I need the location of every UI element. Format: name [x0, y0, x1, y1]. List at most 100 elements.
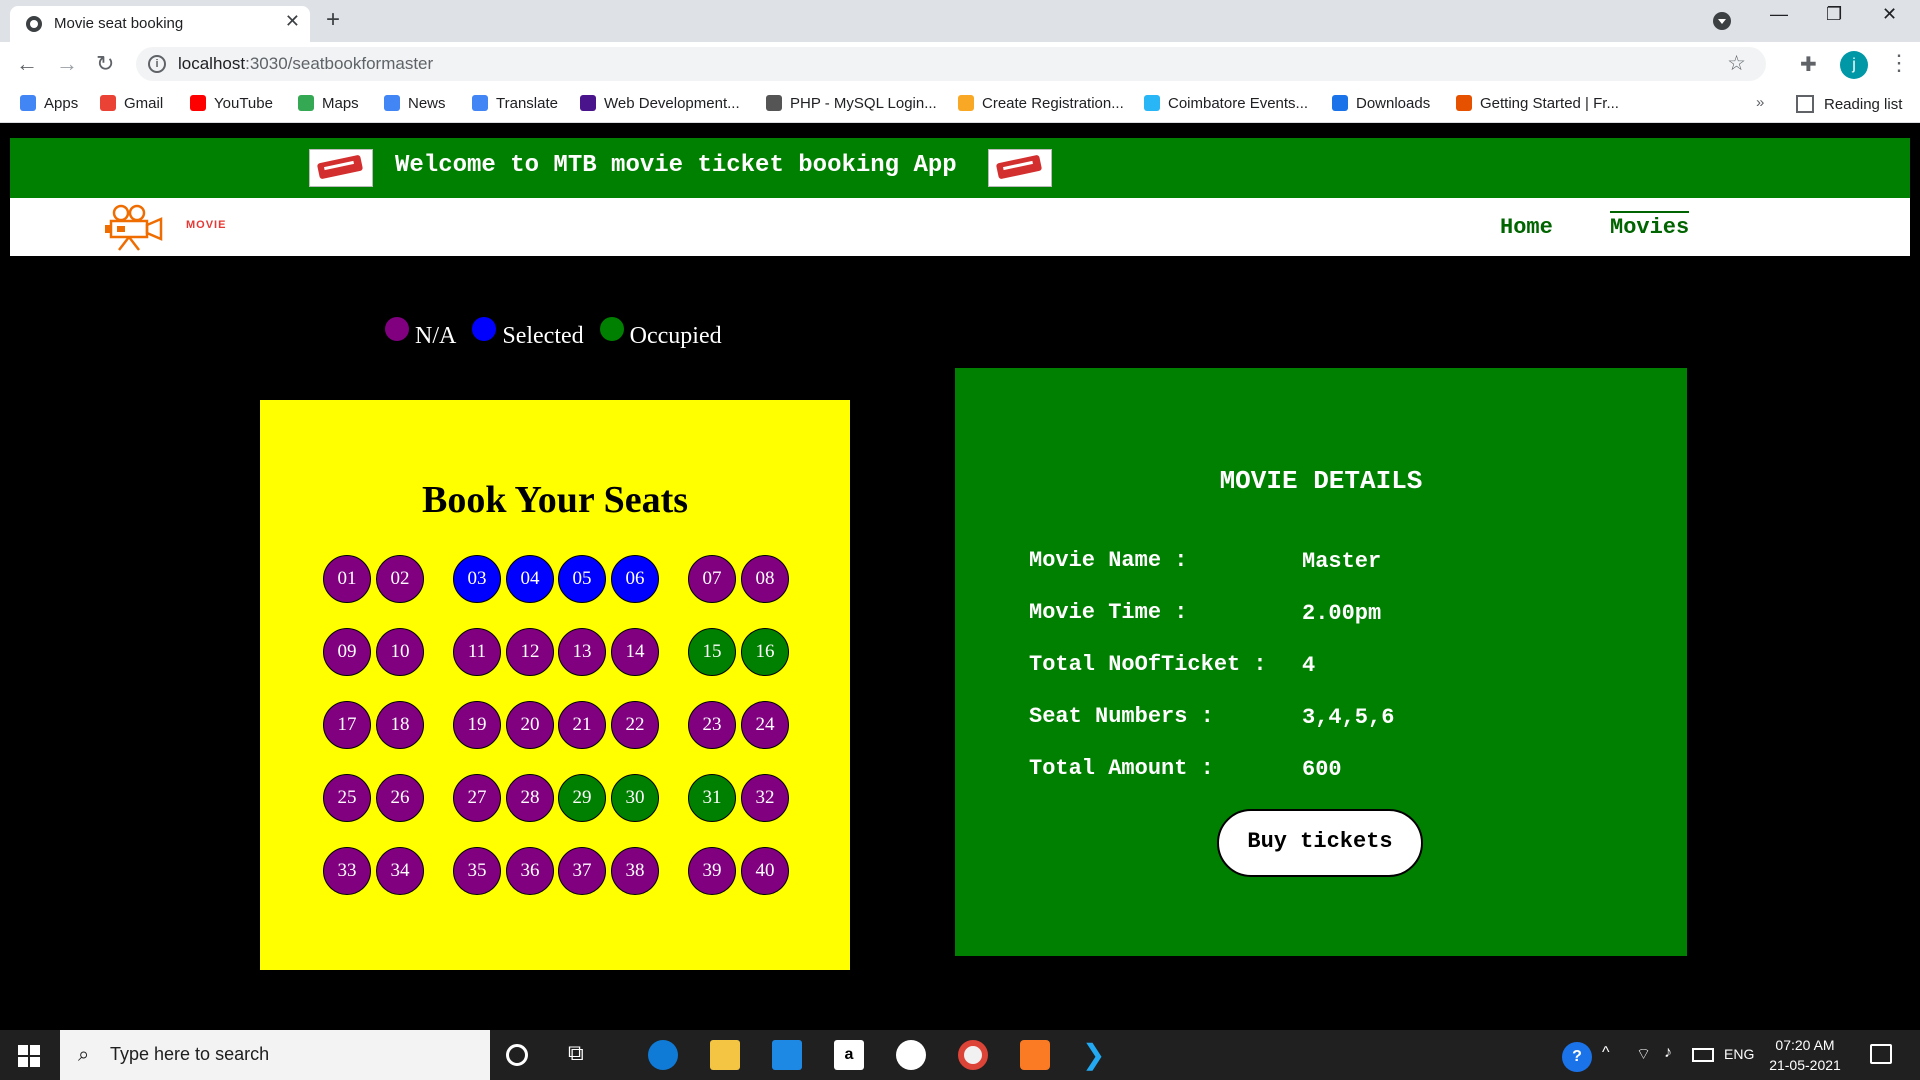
bookmark-gmail[interactable]: Gmail	[100, 95, 163, 112]
bookmark-downloads[interactable]: Downloads	[1332, 95, 1430, 112]
chrome-icon[interactable]	[958, 1040, 988, 1070]
notification-icon[interactable]	[1870, 1044, 1892, 1064]
seat-24[interactable]: 24	[741, 701, 789, 749]
seat-34[interactable]: 34	[376, 847, 424, 895]
seat-32[interactable]: 32	[741, 774, 789, 822]
seat-07[interactable]: 07	[688, 555, 736, 603]
bookmark-web-development[interactable]: Web Development...	[580, 95, 740, 112]
seat-09[interactable]: 09	[323, 628, 371, 676]
seat-28[interactable]: 28	[506, 774, 554, 822]
seat-11[interactable]: 11	[453, 628, 501, 676]
welcome-banner: Welcome to MTB movie ticket booking App	[10, 138, 1910, 198]
taskbar-search-box[interactable]: ⌕ Type here to search	[60, 1030, 490, 1080]
seat-06[interactable]: 06	[611, 555, 659, 603]
seat-38[interactable]: 38	[611, 847, 659, 895]
bookmark-translate[interactable]: Translate	[472, 95, 558, 112]
legend-item-na: N/A	[385, 317, 456, 350]
seat-22[interactable]: 22	[611, 701, 659, 749]
seat-13[interactable]: 13	[558, 628, 606, 676]
close-window-icon[interactable]: ✕	[1882, 4, 1897, 25]
extensions-icon[interactable]: ✚	[1800, 52, 1817, 77]
close-tab-icon[interactable]: ✕	[285, 11, 300, 32]
seat-08[interactable]: 08	[741, 555, 789, 603]
browser-menu-icon[interactable]: ⋮	[1888, 50, 1910, 76]
app-circle-icon[interactable]	[896, 1040, 926, 1070]
seat-01[interactable]: 01	[323, 555, 371, 603]
seat-04[interactable]: 04	[506, 555, 554, 603]
seat-36[interactable]: 36	[506, 847, 554, 895]
seat-26[interactable]: 26	[376, 774, 424, 822]
chevron-up-icon[interactable]: ^	[1602, 1044, 1632, 1074]
back-icon[interactable]: ←	[16, 51, 38, 77]
new-tab-icon[interactable]: +	[326, 6, 340, 34]
seat-29[interactable]: 29	[558, 774, 606, 822]
seat-40[interactable]: 40	[741, 847, 789, 895]
seat-14[interactable]: 14	[611, 628, 659, 676]
seat-17[interactable]: 17	[323, 701, 371, 749]
battery-icon[interactable]	[1692, 1048, 1714, 1062]
seat-33[interactable]: 33	[323, 847, 371, 895]
seat-20[interactable]: 20	[506, 701, 554, 749]
minimize-icon[interactable]: —	[1770, 4, 1788, 25]
seat-39[interactable]: 39	[688, 847, 736, 895]
language-indicator[interactable]: ENG	[1724, 1046, 1754, 1062]
task-view-icon[interactable]: ⧉	[568, 1040, 598, 1070]
seat-21[interactable]: 21	[558, 701, 606, 749]
browser-tab[interactable]: Movie seat booking ✕	[10, 6, 310, 42]
seat-19[interactable]: 19	[453, 701, 501, 749]
seat-35[interactable]: 35	[453, 847, 501, 895]
nav-movies-link[interactable]: Movies	[1610, 211, 1690, 240]
file-explorer-icon[interactable]	[710, 1040, 740, 1070]
reload-icon[interactable]: ↻	[96, 51, 114, 77]
seat-23[interactable]: 23	[688, 701, 736, 749]
seat-18[interactable]: 18	[376, 701, 424, 749]
bookmark-apps[interactable]: Apps	[20, 95, 78, 112]
seat-25[interactable]: 25	[323, 774, 371, 822]
bookmark-coimbatore-events[interactable]: Coimbatore Events...	[1144, 95, 1308, 112]
bookmark-getting-started[interactable]: Getting Started | Fr...	[1456, 95, 1619, 112]
vscode-icon[interactable]: ❯	[1082, 1040, 1112, 1070]
restore-icon[interactable]: ❐	[1826, 4, 1842, 25]
bookmark-php-mysql[interactable]: PHP - MySQL Login...	[766, 95, 937, 112]
cortana-icon[interactable]	[506, 1044, 528, 1066]
tab-search-icon[interactable]	[1713, 12, 1731, 30]
seat-27[interactable]: 27	[453, 774, 501, 822]
amazon-icon[interactable]: a	[834, 1040, 864, 1070]
buy-tickets-button[interactable]: Buy tickets	[1217, 809, 1423, 877]
seat-30[interactable]: 30	[611, 774, 659, 822]
seat-05[interactable]: 05	[558, 555, 606, 603]
total-amount-label: Total Amount :	[1029, 756, 1214, 781]
taskbar-clock[interactable]: 07:20 AM 21-05-2021	[1765, 1035, 1845, 1075]
network-icon[interactable]: ⌔	[1636, 1044, 1666, 1074]
seat-15[interactable]: 15	[688, 628, 736, 676]
bookmark-news[interactable]: News	[384, 95, 446, 112]
seat-31[interactable]: 31	[688, 774, 736, 822]
reading-list-button[interactable]: Reading list	[1796, 95, 1902, 113]
bookmark-create-registration[interactable]: Create Registration...	[958, 95, 1124, 112]
mail-icon[interactable]	[772, 1040, 802, 1070]
movie-camera-logo-icon[interactable]	[105, 203, 167, 251]
bookmark-star-icon[interactable]: ☆	[1727, 51, 1746, 76]
volume-icon[interactable]: ♪	[1664, 1044, 1694, 1074]
nav-home-link[interactable]: Home	[1500, 215, 1553, 240]
bookmarks-bar: Apps Gmail YouTube Maps News Translate W…	[0, 88, 1920, 123]
help-icon[interactable]: ?	[1562, 1042, 1592, 1072]
forward-icon[interactable]: →	[56, 51, 78, 77]
logo-text[interactable]: MOVIE	[186, 219, 226, 231]
profile-avatar[interactable]: j	[1840, 51, 1868, 79]
seat-37[interactable]: 37	[558, 847, 606, 895]
more-bookmarks-icon[interactable]: »	[1756, 94, 1764, 111]
seat-02[interactable]: 02	[376, 555, 424, 603]
bookmark-youtube[interactable]: YouTube	[190, 95, 273, 112]
seat-10[interactable]: 10	[376, 628, 424, 676]
windows-start-icon[interactable]	[18, 1045, 40, 1067]
edge-icon[interactable]	[648, 1040, 678, 1070]
bookmark-maps[interactable]: Maps	[298, 95, 359, 112]
site-info-icon[interactable]: i	[148, 55, 166, 73]
seat-12[interactable]: 12	[506, 628, 554, 676]
seat-03[interactable]: 03	[453, 555, 501, 603]
xampp-icon[interactable]	[1020, 1040, 1050, 1070]
address-bar[interactable]: i localhost:3030/seatbookformaster ☆	[136, 47, 1766, 81]
seat-16[interactable]: 16	[741, 628, 789, 676]
events-icon	[1144, 95, 1160, 111]
